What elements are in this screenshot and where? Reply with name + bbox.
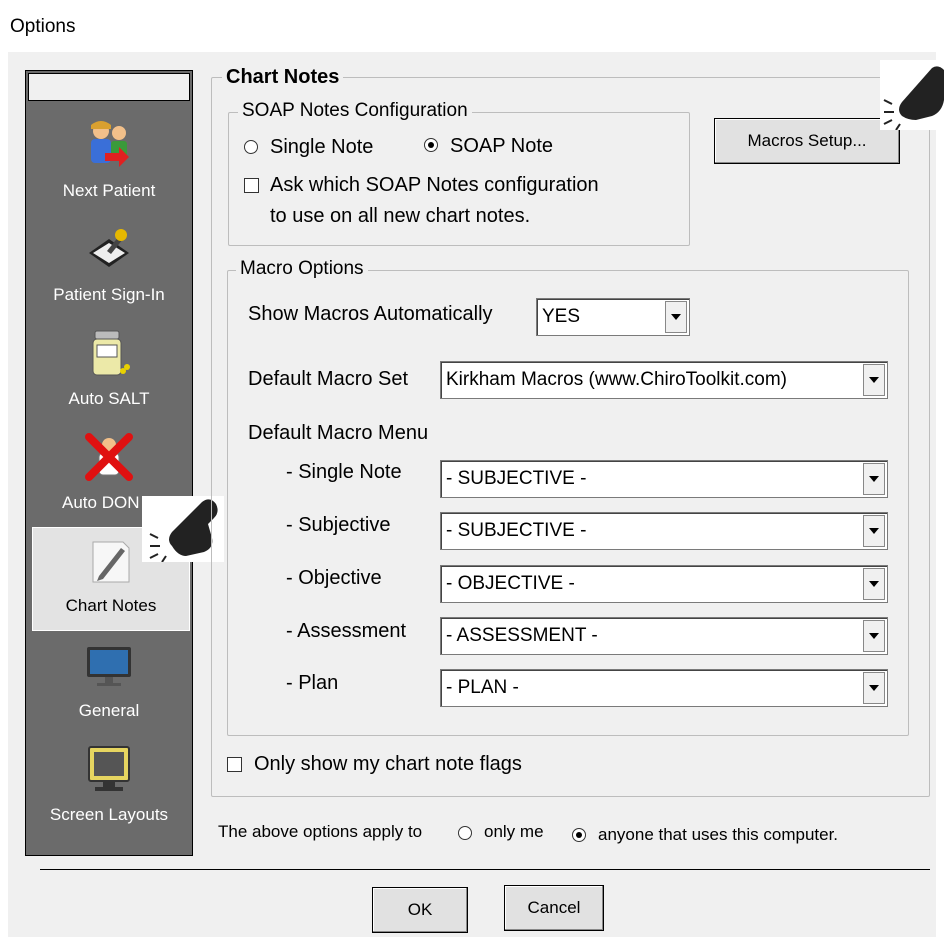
soap-config-legend: SOAP Notes Configuration	[238, 100, 472, 122]
screen-layout-icon	[88, 746, 130, 791]
patients-icon	[91, 121, 129, 167]
red-x-person-icon	[85, 433, 133, 481]
ok-button[interactable]: OK	[372, 887, 468, 933]
anyone-label: anyone that uses this computer.	[598, 825, 839, 844]
objective-menu-value: - OBJECTIVE -	[446, 573, 575, 594]
sidebar-item-general[interactable]: General	[26, 631, 192, 735]
chevron-down-icon[interactable]	[863, 672, 885, 704]
macro-options-group	[227, 270, 909, 736]
only-flags-label: Only show my chart note flags	[254, 753, 522, 775]
sidebar-item-label: Next Patient	[62, 181, 156, 200]
chevron-down-icon[interactable]	[665, 301, 687, 333]
subjective-menu-value: - SUBJECTIVE -	[446, 520, 587, 541]
show-macros-select[interactable]: YES	[536, 298, 690, 336]
ask-soap-config-label-line1: Ask which SOAP Notes configuration	[270, 174, 599, 196]
chevron-down-icon[interactable]	[863, 515, 885, 547]
sidebar-item-label: Patient Sign-In	[53, 285, 165, 304]
single-note-label: Single Note	[270, 136, 374, 158]
chevron-down-icon[interactable]	[863, 463, 885, 495]
show-macros-label: Show Macros Automatically	[248, 303, 493, 325]
sidebar-item-next-patient[interactable]: Next Patient	[26, 111, 192, 215]
chevron-down-icon[interactable]	[863, 568, 885, 600]
objective-menu-select[interactable]: - OBJECTIVE -	[440, 565, 888, 603]
window-title: Options	[10, 16, 76, 37]
salt-jar-icon	[92, 330, 130, 376]
footer-divider	[40, 869, 930, 870]
sidebar-item-patient-sign-in[interactable]: Patient Sign-In	[26, 215, 192, 319]
single-note-menu-select[interactable]: - SUBJECTIVE -	[440, 460, 888, 498]
ask-soap-config-label-line2: to use on all new chart notes.	[270, 205, 531, 227]
sidebar-item-label: Screen Layouts	[49, 805, 169, 824]
chevron-down-icon[interactable]	[863, 620, 885, 652]
objective-menu-label: - Objective	[286, 567, 382, 589]
subjective-menu-label: - Subjective	[286, 514, 391, 536]
default-macro-set-value: Kirkham Macros (www.ChiroToolkit.com)	[446, 369, 788, 390]
signin-pen-icon	[89, 229, 129, 267]
sidebar-item-label: Auto SALT	[68, 389, 150, 408]
single-note-menu-value: - SUBJECTIVE -	[446, 468, 587, 489]
default-macro-set-label: Default Macro Set	[248, 368, 409, 390]
assessment-menu-value: - ASSESSMENT -	[446, 625, 598, 646]
macro-options-legend: Macro Options	[236, 258, 368, 280]
sidebar-item-label: General	[78, 701, 140, 720]
chevron-down-icon[interactable]	[863, 364, 885, 396]
chart-notes-legend: Chart Notes	[222, 66, 344, 89]
monitor-icon	[87, 647, 131, 686]
options-sidebar: Next Patient Patient Sign-In Auto SALT A…	[25, 70, 193, 856]
macros-setup-button[interactable]: Macros Setup...	[714, 118, 900, 164]
pencil-paper-icon	[92, 541, 130, 583]
anyone-radio[interactable]	[572, 828, 586, 842]
sidebar-item-screen-layouts[interactable]: Screen Layouts	[26, 735, 192, 839]
single-note-menu-label: - Single Note	[286, 461, 402, 483]
hand-pointer-icon	[880, 60, 944, 130]
only-me-radio[interactable]	[458, 826, 472, 840]
soap-note-radio[interactable]	[424, 138, 438, 152]
plan-menu-value: - PLAN -	[446, 677, 519, 698]
only-flags-checkbox[interactable]	[227, 757, 242, 772]
default-macro-menu-label: Default Macro Menu	[248, 422, 429, 444]
subjective-menu-select[interactable]: - SUBJECTIVE -	[440, 512, 888, 550]
sidebar-header	[28, 73, 190, 101]
default-macro-set-select[interactable]: Kirkham Macros (www.ChiroToolkit.com)	[440, 361, 888, 399]
sidebar-item-auto-salt[interactable]: Auto SALT	[26, 319, 192, 423]
plan-menu-select[interactable]: - PLAN -	[440, 669, 888, 707]
assessment-menu-select[interactable]: - ASSESSMENT -	[440, 617, 888, 655]
single-note-radio[interactable]	[244, 140, 258, 154]
plan-menu-label: - Plan	[286, 672, 339, 694]
ask-soap-config-checkbox[interactable]	[244, 178, 259, 193]
only-me-label: only me	[484, 822, 544, 841]
apply-label: The above options apply to	[218, 822, 423, 841]
cancel-button[interactable]: Cancel	[504, 885, 604, 931]
show-macros-value: YES	[542, 306, 581, 327]
assessment-menu-label: - Assessment	[286, 620, 407, 642]
soap-note-label: SOAP Note	[450, 135, 554, 157]
sidebar-item-label: Chart Notes	[65, 596, 157, 615]
